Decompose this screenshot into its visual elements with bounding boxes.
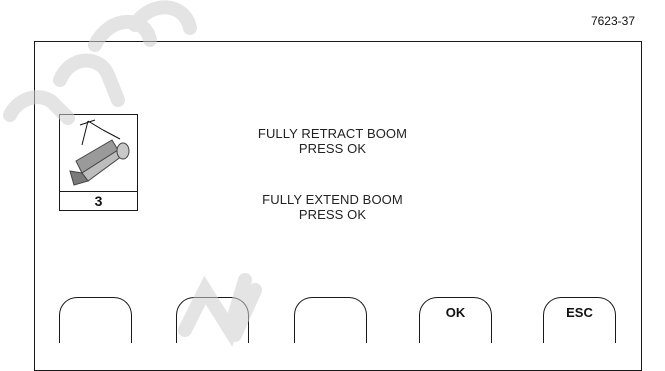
softkey-3[interactable] [294, 297, 367, 343]
instruction-line: PRESS OK [298, 141, 367, 156]
ok-button[interactable]: OK [419, 297, 492, 343]
retract-instruction: FULLY RETRACT BOOM PRESS OK [200, 126, 465, 156]
boom-length-panel: 3 [59, 114, 138, 211]
instruction-line: FULLY RETRACT BOOM [257, 126, 408, 141]
extend-instruction: FULLY EXTEND BOOM PRESS OK [200, 192, 465, 222]
figure-id: 7623-37 [590, 14, 635, 28]
softkey-2[interactable] [176, 297, 249, 343]
softkey-1[interactable] [59, 297, 132, 343]
esc-button[interactable]: ESC [543, 297, 616, 343]
boom-length-icon [69, 119, 130, 186]
instruction-line: PRESS OK [298, 207, 367, 222]
step-number: 3 [60, 191, 137, 211]
instruction-line: FULLY EXTEND BOOM [262, 192, 403, 207]
